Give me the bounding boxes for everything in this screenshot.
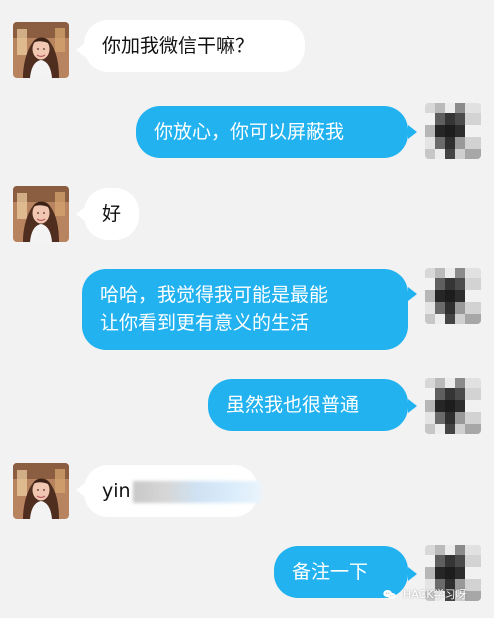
contact-avatar-image — [13, 186, 69, 242]
user-avatar-image — [425, 268, 481, 324]
contact-avatar[interactable] — [13, 463, 69, 519]
incoming-message-bubble[interactable]: yin — [84, 465, 261, 517]
message-text: 你加我微信干嘛？ — [102, 35, 255, 57]
outgoing-bubble-tail — [408, 125, 417, 139]
user-avatar[interactable] — [425, 378, 481, 434]
contact-avatar[interactable] — [13, 186, 69, 242]
outgoing-bubble-tail — [408, 287, 417, 301]
outgoing-bubble-tail — [408, 567, 417, 581]
incoming-message-bubble[interactable]: 你加我微信干嘛？ — [84, 20, 305, 72]
contact-avatar-image — [13, 22, 69, 78]
outgoing-message-bubble[interactable]: 虽然我也很普通 — [208, 379, 408, 431]
message-line: 哈哈，我觉得我可能是最能 — [100, 284, 329, 306]
contact-avatar[interactable] — [13, 22, 69, 78]
user-avatar-image — [425, 103, 481, 159]
message-text: yin — [102, 480, 131, 502]
message-line: 让你看到更有意义的生活 — [100, 312, 310, 334]
outgoing-bubble-tail — [408, 399, 417, 413]
watermark-text: HACK学习呀 — [403, 588, 467, 601]
outgoing-message-bubble[interactable]: 你放心，你可以屏蔽我 — [136, 106, 408, 158]
redacted-text — [132, 480, 261, 503]
user-avatar[interactable] — [425, 268, 481, 324]
user-avatar[interactable] — [425, 103, 481, 159]
message-text: 你放心，你可以屏蔽我 — [154, 121, 345, 143]
outgoing-message-bubble[interactable]: 哈哈，我觉得我可能是最能 让你看到更有意义的生活 — [82, 269, 408, 350]
watermark: HACK学习呀 — [382, 586, 467, 602]
message-text: 虽然我也很普通 — [226, 394, 360, 416]
wechat-icon — [383, 589, 396, 599]
incoming-message-bubble[interactable]: 好 — [84, 188, 139, 240]
message-text: 好 — [101, 203, 121, 225]
contact-avatar-image — [13, 463, 69, 519]
message-text: 备注一下 — [292, 561, 369, 583]
user-avatar-image — [425, 378, 481, 434]
